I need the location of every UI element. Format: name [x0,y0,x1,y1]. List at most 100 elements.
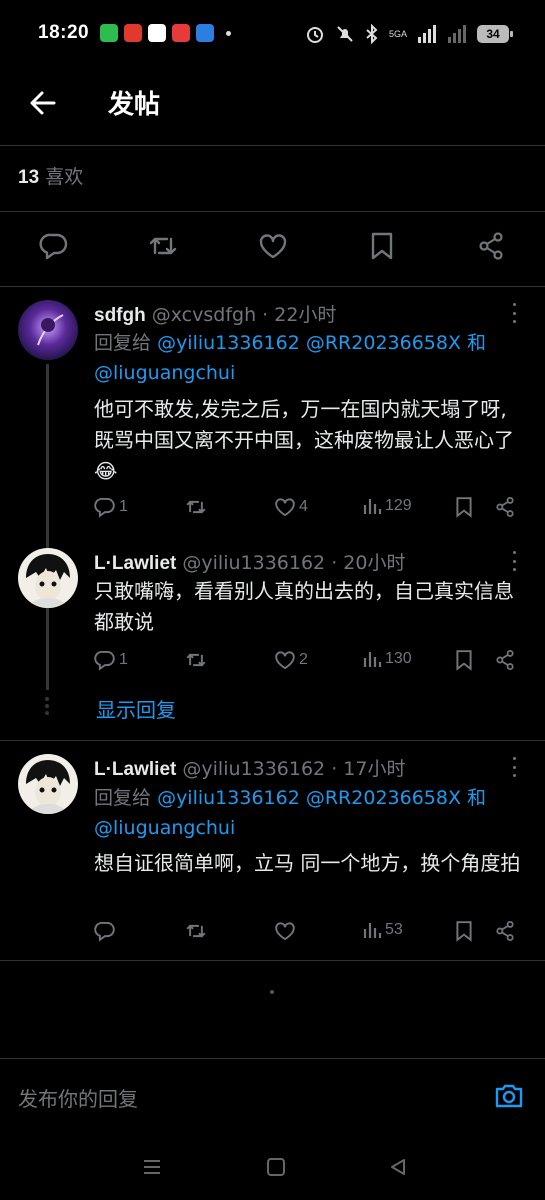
views-button[interactable]: 130 [362,649,412,669]
app-icon-red [124,24,142,42]
reply-stats: 53 [94,920,524,946]
home-icon[interactable] [266,1157,286,1177]
retweet-icon[interactable] [147,230,179,262]
app-icon-chat [100,24,118,42]
author-handle[interactable]: @xcvsdfgh [152,304,256,326]
author-handle[interactable]: @yiliu1336162 [182,758,325,780]
post-time: · 17小时 [331,758,406,780]
more-options-icon[interactable] [511,551,517,571]
avatar[interactable] [18,300,78,360]
replying-to: 回复给 @yiliu1336162 @RR20236658X 和 @liugua… [94,328,524,388]
divider [0,1058,545,1059]
share-icon[interactable] [494,649,516,671]
avatar[interactable] [18,754,78,814]
thread-line [46,364,49,690]
mention-link[interactable]: @RR20236658X [306,787,461,809]
view-count: 129 [385,497,412,514]
retweet-button[interactable] [184,920,211,942]
replying-to: 回复给 @yiliu1336162 @RR20236658X 和 @liugua… [94,783,524,843]
author-name[interactable]: L·Lawliet [94,553,176,574]
reply-text: 只敢嘴嗨，看看别人真的出去的，自己真实信息都敢说 [94,579,514,634]
views-button[interactable]: 129 [362,496,412,516]
reply-stats: 1 2 130 [94,649,524,675]
reply-count: 1 [119,651,128,668]
retweet-button[interactable] [184,496,211,518]
status-indicators: 5GA 34 [305,24,513,44]
mention-link[interactable]: @liuguangchui [94,817,235,839]
share-icon[interactable] [494,496,516,518]
more-options-icon[interactable] [511,757,517,777]
signal-icon [418,25,436,43]
views-button[interactable]: 53 [362,920,403,940]
share-icon[interactable] [494,920,516,942]
likes-number: 13 [18,167,40,188]
share-icon[interactable] [475,230,507,262]
status-bar: 18:20 5GA 34 [0,0,545,70]
bookmark-icon[interactable] [454,920,474,942]
more-options-icon[interactable] [511,303,517,323]
like-button[interactable]: 2 [274,649,308,671]
notification-dot-icon [226,30,231,36]
camera-icon[interactable] [494,1080,524,1110]
mute-bell-icon [337,26,353,42]
status-app-icons [100,24,231,42]
reply-input[interactable]: 发布你的回复 [18,1083,138,1112]
bluetooth-icon [366,24,378,44]
retweet-button[interactable] [184,649,211,671]
thread-more-dots-icon [45,697,49,715]
like-icon[interactable] [257,230,289,262]
reply-count: 1 [119,498,128,515]
back-icon[interactable] [388,1157,408,1177]
like-count: 2 [299,651,308,668]
arrow-left-icon[interactable] [28,88,58,118]
author-handle[interactable]: @yiliu1336162 [182,552,325,574]
divider [0,211,545,212]
like-count: 4 [299,498,308,515]
loading-indicator-icon [270,990,274,994]
reply-count-button[interactable]: 1 [94,649,128,671]
bookmark-icon[interactable] [366,230,398,262]
reply-header: L·Lawliet @yiliu1336162 · 17小时 [94,754,405,781]
app-icon-100 [148,24,166,42]
divider [0,286,545,287]
reply-stats: 1 4 129 [94,496,524,522]
bookmark-icon[interactable] [454,496,474,518]
app-icon-map [172,24,190,42]
view-count: 53 [385,921,403,938]
post-time: · 22小时 [262,304,337,326]
reply-text: 他可不敢发,发完之后，万一在国内就天塌了呀,既骂中国又离不开中国，这种废物最让人… [94,397,514,483]
page-title: 发帖 [108,90,161,120]
like-button[interactable] [274,920,299,942]
mention-conjunction: 和 [467,787,487,809]
menu-icon[interactable] [142,1157,162,1177]
divider [0,960,545,961]
mention-link[interactable]: @liuguangchui [94,362,235,384]
avatar[interactable] [18,548,78,608]
post-action-bar [0,230,545,270]
reply-header: L·Lawliet @yiliu1336162 · 20小时 [94,548,405,575]
reply-header: sdfgh @xcvsdfgh · 22小时 [94,300,336,327]
author-name[interactable]: L·Lawliet [94,759,176,780]
mention-link[interactable]: @yiliu1336162 [157,332,300,354]
view-count: 130 [385,650,412,667]
reply-icon[interactable] [38,230,70,262]
network-type: 5GA [388,28,407,39]
bookmark-icon[interactable] [454,649,474,671]
reply-prefix: 回复给 [94,332,152,354]
divider [0,740,545,741]
mention-link[interactable]: @yiliu1336162 [157,787,300,809]
author-name[interactable]: sdfgh [94,305,146,326]
mention-link[interactable]: @RR20236658X [306,332,461,354]
reply-count-button[interactable] [94,920,119,942]
post-time: · 20小时 [331,552,406,574]
like-button[interactable]: 4 [274,496,308,518]
likes-label: 喜欢 [45,166,84,188]
header: 发帖 [0,70,545,144]
status-time: 18:20 [38,22,90,43]
reply-text: 想自证很简单啊，立马 同一个地方，换个角度拍 [94,851,521,875]
battery-icon: 34 [477,25,513,43]
show-replies-link[interactable]: 显示回复 [96,694,176,723]
app-icon-blue [196,24,214,42]
likes-count[interactable]: 13 喜欢 [18,162,83,189]
reply-count-button[interactable]: 1 [94,496,128,518]
